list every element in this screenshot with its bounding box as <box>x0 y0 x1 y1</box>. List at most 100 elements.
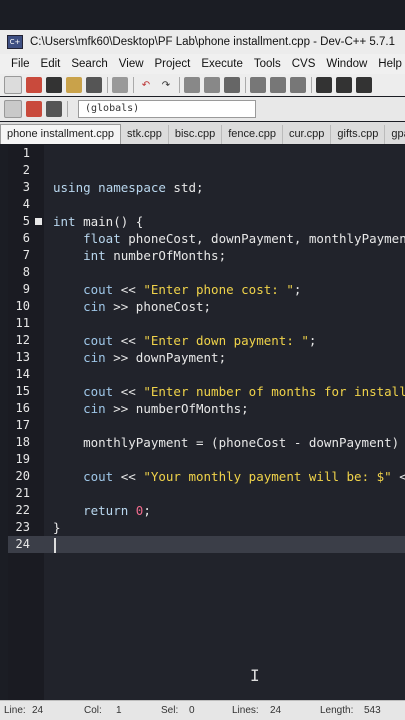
line-number: 14 <box>15 367 30 381</box>
code-line: 14 <box>8 366 405 383</box>
compile-icon[interactable] <box>316 77 332 93</box>
project-new-icon[interactable] <box>250 77 266 93</box>
menu-search[interactable]: Search <box>71 58 107 70</box>
status-lines-label: Lines: <box>232 705 259 716</box>
line-number: 20 <box>15 469 30 483</box>
status-col-label: Col: <box>84 705 102 716</box>
status-sel-value: 0 <box>189 705 195 716</box>
tab-bisc[interactable]: bisc.cpp <box>169 125 223 144</box>
line-number: 15 <box>15 384 30 398</box>
tab-gpa[interactable]: gpa. <box>385 125 405 144</box>
line-number: 13 <box>15 350 30 364</box>
project-options-icon[interactable] <box>290 77 306 93</box>
save-icon[interactable] <box>46 77 62 93</box>
code-text: } <box>53 520 61 535</box>
line-number: 4 <box>22 197 30 211</box>
print-icon[interactable] <box>112 77 128 93</box>
status-bar: Line: 24 Col: 1 Sel: 0 Lines: 24 Length:… <box>0 700 405 720</box>
line-number: 7 <box>22 248 30 262</box>
menu-project[interactable]: Project <box>155 58 191 70</box>
open-file-icon[interactable] <box>26 77 42 93</box>
line-number: 18 <box>15 435 30 449</box>
menu-bar: File Edit Search View Project Execute To… <box>0 54 405 74</box>
redo-icon[interactable]: ↷ <box>158 77 174 93</box>
line-number: 8 <box>22 265 30 279</box>
menu-view[interactable]: View <box>119 58 144 70</box>
line-number: 24 <box>15 537 30 551</box>
toolbar-separator <box>179 77 180 93</box>
close-file-icon[interactable] <box>86 77 102 93</box>
secondary-toolbar: (globals) <box>0 97 405 121</box>
code-line: 7 int numberOfMonths; <box>8 247 405 264</box>
tab-phone-installment[interactable]: phone installment.cpp <box>0 124 122 144</box>
menu-window[interactable]: Window <box>326 58 367 70</box>
status-col-value: 1 <box>116 705 122 716</box>
line-number: 10 <box>15 299 30 313</box>
run-icon[interactable] <box>336 77 352 93</box>
goto-line-icon[interactable] <box>224 77 240 93</box>
compile-run-icon[interactable] <box>356 77 372 93</box>
code-line: 15 cout << "Enter number of months for i… <box>8 383 405 400</box>
line-number: 19 <box>15 452 30 466</box>
window-title: C:\Users\mfk60\Desktop\PF Lab\phone inst… <box>30 36 395 48</box>
toolbar-separator <box>67 101 68 117</box>
code-line: 12 cout << "Enter down payment: "; <box>8 332 405 349</box>
code-line: 9 cout << "Enter phone cost: "; <box>8 281 405 298</box>
fold-marker-icon[interactable] <box>35 218 42 225</box>
code-line: 21 <box>8 485 405 502</box>
toolbar-separator <box>107 77 108 93</box>
indent-icon[interactable] <box>4 100 22 118</box>
status-lines-value: 24 <box>270 705 282 716</box>
code-line: 19 <box>8 451 405 468</box>
code-line: 10 cin >> phoneCost; <box>8 298 405 315</box>
undo-icon[interactable]: ↶ <box>138 77 154 93</box>
code-line: 1 <box>8 145 405 162</box>
status-length-label: Length: <box>320 705 354 716</box>
find-icon[interactable] <box>184 77 200 93</box>
code-line: 17 <box>8 417 405 434</box>
tab-cur[interactable]: cur.cpp <box>283 125 332 144</box>
main-toolbar: ↶ ↷ <box>0 74 405 96</box>
code-text: int numberOfMonths; <box>83 248 227 263</box>
scope-select[interactable]: (globals) <box>78 100 256 118</box>
line-number: 22 <box>15 503 30 517</box>
line-number: 1 <box>22 146 30 160</box>
code-line: 23 } <box>8 519 405 536</box>
line-number: 11 <box>15 316 30 330</box>
toolbar-separator <box>245 77 246 93</box>
tab-fence[interactable]: fence.cpp <box>222 125 283 144</box>
code-text: int main() { <box>53 214 144 229</box>
menu-tools[interactable]: Tools <box>254 58 281 70</box>
code-editor[interactable]: 1 2 3 using namespace std; 4 5 int main(… <box>8 145 405 700</box>
status-line-label: Line: <box>4 705 26 716</box>
menu-execute[interactable]: Execute <box>201 58 243 70</box>
code-line: 3 using namespace std; <box>8 179 405 196</box>
menu-file[interactable]: File <box>11 58 30 70</box>
new-file-icon[interactable] <box>4 76 22 94</box>
menu-edit[interactable]: Edit <box>41 58 61 70</box>
line-number: 17 <box>15 418 30 432</box>
unindent-icon[interactable] <box>46 101 62 117</box>
title-bar: C+ C:\Users\mfk60\Desktop\PF Lab\phone i… <box>0 30 405 55</box>
line-number: 16 <box>15 401 30 415</box>
toolbar-separator <box>311 77 312 93</box>
line-number: 12 <box>15 333 30 347</box>
code-line: 4 <box>8 196 405 213</box>
replace-icon[interactable] <box>204 77 220 93</box>
tab-stk[interactable]: stk.cpp <box>121 125 169 144</box>
code-line: 13 cin >> downPayment; <box>8 349 405 366</box>
code-text: using namespace std; <box>53 180 204 195</box>
code-text: cin >> downPayment; <box>83 350 227 365</box>
status-line-value: 24 <box>32 705 44 716</box>
menu-help[interactable]: Help <box>378 58 402 70</box>
save-all-icon[interactable] <box>66 77 82 93</box>
menu-cvs[interactable]: CVS <box>292 58 316 70</box>
code-line: 6 float phoneCost, downPayment, monthlyP… <box>8 230 405 247</box>
line-number: 5 <box>22 214 30 228</box>
tab-gifts[interactable]: gifts.cpp <box>331 125 386 144</box>
code-line: 20 cout << "Your monthly payment will be… <box>8 468 405 485</box>
code-text: cout << "Your monthly payment will be: $… <box>83 469 405 484</box>
ide-window: C+ C:\Users\mfk60\Desktop\PF Lab\phone i… <box>0 0 405 720</box>
bookmark-icon[interactable] <box>26 101 42 117</box>
project-add-icon[interactable] <box>270 77 286 93</box>
